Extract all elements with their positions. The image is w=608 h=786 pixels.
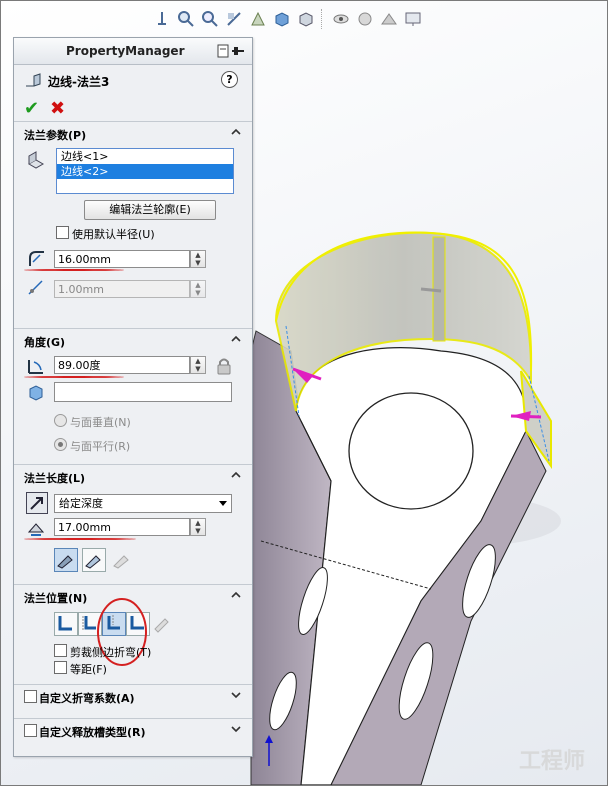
previous-view-icon[interactable] xyxy=(199,8,221,30)
chevron-down-icon[interactable] xyxy=(230,723,242,735)
gap-distance-input[interactable]: 1.00mm xyxy=(54,280,190,298)
flange-params-body: 边线<1> 边线<2> 编辑法兰轮廓(E) 使用默认半径(U) 16.00mm … xyxy=(14,144,252,448)
zoom-to-fit-icon[interactable] xyxy=(151,8,173,30)
flange-length-input[interactable]: 17.00mm xyxy=(54,518,190,536)
flange-position-title: 法兰位置(N) xyxy=(24,592,88,605)
dynamic-annotation-icon[interactable] xyxy=(247,8,269,30)
annotation-underline xyxy=(24,538,136,540)
view-orientation-icon[interactable] xyxy=(271,8,293,30)
edge-flange-icon xyxy=(26,73,41,87)
offset-label: 等距(F) xyxy=(70,663,107,676)
end-condition-select[interactable]: 给定深度 xyxy=(54,494,232,513)
cancel-button[interactable]: ✖ xyxy=(50,98,65,119)
ok-cancel-row: ✔ ✖ xyxy=(14,95,252,121)
edge-list-item[interactable]: 边线<1> xyxy=(57,149,233,164)
parallel-radio[interactable] xyxy=(54,438,67,451)
inner-virtual-sharp-button[interactable] xyxy=(82,548,106,572)
flange-angle-icon xyxy=(28,360,43,374)
flange-angle-input[interactable]: 89.00度 xyxy=(54,356,190,374)
custom-bend-allowance-title: 自定义折弯系数(A) xyxy=(39,692,135,705)
angle-header[interactable]: 角度(G) xyxy=(14,328,252,351)
angle-title: 角度(G) xyxy=(24,336,66,349)
flange-length-icon xyxy=(27,523,45,536)
trim-side-bends-label: 剪裁侧边折弯(T) xyxy=(70,646,152,659)
custom-relief-header[interactable]: 自定义释放槽类型(R) xyxy=(14,718,252,741)
chevron-down-icon xyxy=(219,501,227,506)
section-view-icon[interactable] xyxy=(223,8,245,30)
view-settings-icon[interactable] xyxy=(402,8,424,30)
window-frame: PropertyManager 边线-法兰3 ? ✔ ✖ 法兰参数(P) 边线<… xyxy=(0,0,608,786)
zoom-to-area-icon[interactable] xyxy=(175,8,197,30)
chevron-up-icon[interactable] xyxy=(230,126,242,138)
edit-flange-profile-button[interactable]: 编辑法兰轮廓(E) xyxy=(84,200,216,220)
heads-up-view-toolbar xyxy=(151,7,424,31)
chevron-up-icon[interactable] xyxy=(230,333,242,345)
custom-bend-allowance-checkbox[interactable] xyxy=(24,690,37,703)
toolbar-separator xyxy=(321,9,328,29)
flange-length-title: 法兰长度(L) xyxy=(24,472,86,485)
material-inside-button[interactable] xyxy=(54,612,78,636)
annotation-underline xyxy=(24,376,124,378)
feature-header: 边线-法兰3 ? xyxy=(14,65,252,95)
edge-list[interactable]: 边线<1> 边线<2> xyxy=(56,148,234,194)
perpendicular-label: 与面垂直(N) xyxy=(70,416,131,429)
custom-relief-checkbox[interactable] xyxy=(24,724,37,737)
edge-selection-icon xyxy=(27,151,45,169)
flange-length-header[interactable]: 法兰长度(L) xyxy=(14,464,252,487)
reverse-direction-icon[interactable] xyxy=(26,492,48,514)
lock-icon[interactable] xyxy=(214,356,234,376)
perpendicular-radio[interactable] xyxy=(54,414,67,427)
property-manager-panel: PropertyManager 边线-法兰3 ? ✔ ✖ 法兰参数(P) 边线<… xyxy=(13,37,253,757)
flange-length-spinner[interactable]: ▲ ▼ xyxy=(190,518,206,536)
use-default-radius-label: 使用默认半径(U) xyxy=(72,228,155,241)
tangent-bend-button[interactable] xyxy=(110,548,134,572)
end-condition-value: 给定深度 xyxy=(59,497,103,510)
edge-list-item-selected[interactable]: 边线<2> xyxy=(57,164,233,179)
help-button[interactable]: ? xyxy=(221,71,238,88)
gap-distance-icon xyxy=(28,280,43,295)
hide-show-items-icon[interactable] xyxy=(330,8,352,30)
chevron-up-icon[interactable] xyxy=(230,589,242,601)
reference-face-field[interactable] xyxy=(54,382,232,402)
ok-button[interactable]: ✔ xyxy=(24,98,39,119)
feature-title: 边线-法兰3 xyxy=(48,75,110,89)
gap-distance-spinner[interactable]: ▲ ▼ xyxy=(190,280,206,298)
trim-side-bends-checkbox[interactable] xyxy=(54,644,67,657)
display-style-icon[interactable] xyxy=(295,8,317,30)
custom-bend-allowance-header[interactable]: 自定义折弯系数(A) xyxy=(14,684,252,707)
offset-checkbox[interactable] xyxy=(54,661,67,674)
property-manager-header: PropertyManager xyxy=(14,38,252,65)
flange-angle-spinner[interactable]: ▲ ▼ xyxy=(190,356,206,374)
watermark: 工程师 xyxy=(518,748,585,774)
edit-appearance-icon[interactable] xyxy=(354,8,376,30)
flange-params-header[interactable]: 法兰参数(P) xyxy=(14,121,252,144)
pin-icon[interactable] xyxy=(216,43,246,59)
parallel-label: 与面平行(R) xyxy=(70,440,131,453)
custom-relief-title: 自定义释放槽类型(R) xyxy=(39,726,146,739)
tangent-to-bend-button[interactable] xyxy=(150,612,174,636)
bend-radius-input[interactable]: 16.00mm xyxy=(54,250,190,268)
bend-radius-spinner[interactable]: ▲ ▼ xyxy=(190,250,206,268)
chevron-up-icon[interactable] xyxy=(230,469,242,481)
flange-params-title: 法兰参数(P) xyxy=(24,129,87,142)
property-manager-title: PropertyManager xyxy=(66,44,185,58)
apply-scene-icon[interactable] xyxy=(378,8,400,30)
outer-virtual-sharp-button[interactable] xyxy=(54,548,78,572)
reference-face-icon xyxy=(29,385,43,401)
use-default-radius-checkbox[interactable] xyxy=(56,226,69,239)
chevron-down-icon[interactable] xyxy=(230,689,242,701)
annotation-underline xyxy=(24,269,124,271)
bend-radius-icon xyxy=(29,251,44,266)
